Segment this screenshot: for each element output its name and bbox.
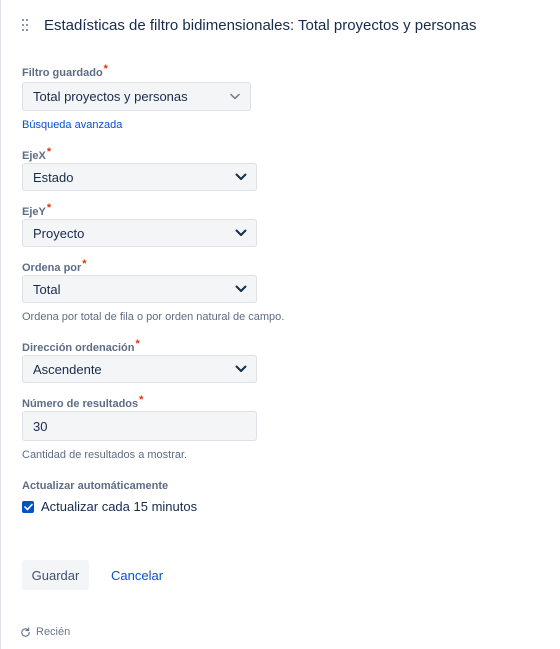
sort-by-select[interactable]: Total: [22, 275, 257, 303]
chevron-down-icon: [230, 164, 252, 190]
y-axis-value: Proyecto: [33, 225, 85, 241]
gadget-title: Estadísticas de filtro bidimensionales: …: [44, 16, 477, 34]
x-axis-value: Estado: [33, 169, 74, 185]
num-results-label: Número de resultados*: [22, 394, 143, 410]
num-results-input[interactable]: [22, 411, 257, 441]
saved-filter-value: Total proyectos y personas: [33, 89, 188, 104]
required-marker: *: [139, 394, 144, 406]
sort-by-label: Ordena por*: [22, 258, 87, 274]
y-axis-label-text: EjeY: [22, 206, 46, 218]
drag-handle-icon[interactable]: [22, 19, 30, 31]
chevron-down-icon: [224, 83, 246, 110]
cancel-button[interactable]: Cancelar: [104, 560, 170, 590]
required-marker: *: [46, 202, 52, 214]
auto-refresh-label: Actualizar automáticamente: [22, 480, 169, 492]
sort-direction-value: Ascendente: [33, 361, 102, 377]
x-axis-label-text: EjeX: [22, 150, 46, 162]
refresh-status[interactable]: Recién: [20, 626, 70, 638]
required-marker: *: [46, 146, 52, 158]
saved-filter-label-text: Filtro guardado: [22, 67, 103, 79]
chevron-down-icon: [230, 276, 252, 302]
required-marker: *: [135, 338, 140, 350]
chevron-down-icon: [230, 220, 252, 246]
saved-filter-select[interactable]: Total proyectos y personas: [22, 82, 251, 111]
required-marker: *: [82, 258, 87, 270]
chevron-down-icon: [230, 356, 252, 382]
y-axis-label: EjeY*: [22, 202, 51, 218]
num-results-label-text: Número de resultados: [22, 398, 139, 410]
refresh-status-text: Recién: [36, 626, 71, 638]
required-marker: *: [103, 63, 108, 75]
auto-refresh-checkbox-label: Actualizar cada 15 minutos: [41, 499, 198, 514]
sort-direction-label-text: Dirección ordenación: [22, 342, 135, 354]
sort-direction-select[interactable]: Ascendente: [22, 355, 257, 383]
saved-filter-label: Filtro guardado*: [22, 63, 108, 79]
gadget-header: Estadísticas de filtro bidimensionales: …: [22, 14, 476, 36]
y-axis-select[interactable]: Proyecto: [22, 219, 257, 247]
sort-direction-label: Dirección ordenación*: [22, 338, 140, 354]
checkmark-icon: [23, 503, 33, 510]
sort-by-help: Ordena por total de fila o por orden nat…: [22, 311, 285, 323]
sort-by-label-text: Ordena por: [22, 262, 82, 274]
num-results-help: Cantidad de resultados a mostrar.: [22, 449, 188, 461]
auto-refresh-checkbox[interactable]: [22, 500, 34, 513]
panel-left-border: [0, 0, 1, 649]
save-button[interactable]: Guardar: [22, 560, 89, 590]
x-axis-label: EjeX*: [22, 146, 51, 162]
auto-refresh-checkbox-row[interactable]: Actualizar cada 15 minutos: [22, 499, 197, 514]
advanced-search-link[interactable]: Búsqueda avanzada: [22, 119, 122, 131]
x-axis-select[interactable]: Estado: [22, 163, 257, 191]
refresh-icon: [21, 626, 30, 637]
sort-by-value: Total: [33, 281, 61, 297]
